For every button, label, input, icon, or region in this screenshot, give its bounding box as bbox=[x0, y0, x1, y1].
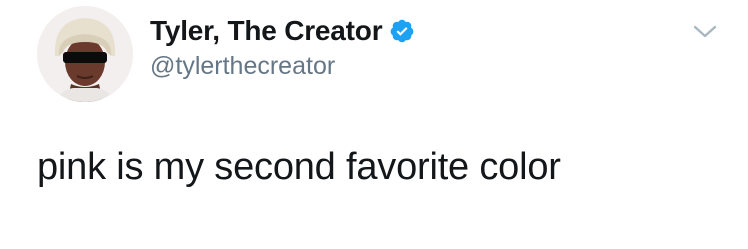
tweet-text: pink is my second favorite color bbox=[37, 146, 561, 188]
tweet-header: Tyler, The Creator @tylerthecreator bbox=[150, 12, 415, 81]
display-name[interactable]: Tyler, The Creator bbox=[150, 15, 383, 47]
user-handle[interactable]: @tylerthecreator bbox=[150, 52, 415, 81]
avatar-image bbox=[37, 6, 133, 102]
chevron-down-icon[interactable] bbox=[693, 24, 717, 40]
name-row: Tyler, The Creator bbox=[150, 12, 415, 50]
avatar[interactable] bbox=[37, 6, 133, 102]
verified-badge-icon bbox=[389, 18, 415, 44]
tweet-card: Tyler, The Creator @tylerthecreator pink… bbox=[0, 0, 748, 249]
